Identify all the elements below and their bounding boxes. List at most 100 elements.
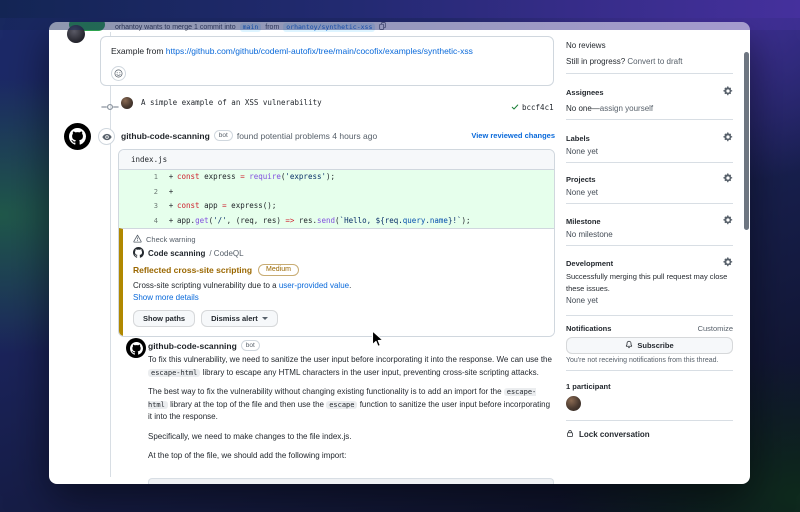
user-provided-value-link[interactable]: user-provided value — [279, 281, 349, 290]
projects-empty: None yet — [566, 188, 599, 197]
severity-badge: Medium — [258, 264, 299, 276]
development-title: Development — [566, 258, 614, 268]
description-prefix: Example from — [111, 46, 166, 56]
smiley-icon — [114, 69, 123, 78]
lock-conversation-label: Lock conversation — [579, 430, 650, 439]
divider — [566, 162, 733, 163]
code-token: , (req, res) — [226, 215, 286, 225]
review-summary: found potential problems 4 hours ago — [236, 130, 378, 141]
no-one-label: No one— — [566, 104, 600, 113]
notifications-title: Notifications — [566, 324, 612, 333]
labels-empty: None yet — [566, 147, 599, 156]
milestone-empty: No milestone — [566, 230, 613, 239]
add-reaction-button[interactable] — [111, 66, 126, 81]
assignees-empty: No one—assign yourself — [566, 104, 733, 113]
convert-to-draft-link[interactable]: Convert to draft — [627, 57, 682, 66]
milestone-title: Milestone — [566, 216, 601, 226]
assignees-title: Assignees — [566, 87, 604, 97]
gear-icon[interactable] — [723, 215, 733, 227]
development-empty: None yet — [566, 296, 599, 305]
diff-line[interactable]: 3 + const app = express(); — [119, 199, 554, 214]
lock-icon — [566, 429, 574, 440]
view-reviewed-changes-link[interactable]: View reviewed changes — [471, 131, 555, 140]
participant-avatar[interactable] — [566, 396, 581, 411]
gear-icon[interactable] — [723, 132, 733, 144]
commit-author-avatar[interactable] — [121, 97, 133, 109]
gear-icon[interactable] — [723, 173, 733, 185]
diff-line[interactable]: 2 + — [119, 184, 554, 199]
diff-lines: 1 + const express = require('express'); 2 +3… — [119, 170, 554, 228]
subscribe-button[interactable]: Subscribe — [566, 337, 733, 354]
customize-link[interactable]: Customize — [698, 324, 733, 333]
draft-row: Still in progress? Convert to draft — [566, 57, 733, 66]
code-scanning-avatar[interactable] — [64, 123, 91, 150]
review-author[interactable]: github-code-scanning — [121, 131, 210, 141]
inline-code: escape-html — [148, 368, 201, 377]
comment-author[interactable]: github-code-scanning — [148, 341, 237, 351]
code-token: express(); — [226, 201, 277, 210]
paragraph-text: library to escape any HTML characters in… — [200, 367, 539, 377]
code-token: '/' — [213, 215, 227, 225]
code-token: query — [402, 215, 426, 225]
dismiss-alert-button[interactable]: Dismiss alert — [201, 310, 278, 327]
comment-paragraph: The best way to fix the vulnerability wi… — [148, 386, 555, 424]
subscribe-label: Subscribe — [637, 341, 674, 350]
code-block-partial — [148, 478, 554, 484]
gear-icon[interactable] — [723, 86, 733, 98]
code-token: 'express' — [285, 172, 327, 181]
inline-code: escape — [326, 400, 358, 409]
diff-line[interactable]: 4 + app.get('/', (req, res) => res.send(`H… — [119, 213, 554, 228]
notifications-section-header: Notifications Customize — [566, 324, 733, 333]
comment-avatar[interactable] — [126, 338, 146, 358]
diff-line[interactable]: 1 + const express = require('express'); — [119, 170, 554, 185]
gear-icon[interactable] — [723, 257, 733, 269]
lock-conversation-button[interactable]: Lock conversation — [566, 429, 733, 440]
paragraph-text: To fix this vulnerability, we need to sa… — [148, 355, 552, 364]
background-top-band-fade — [0, 18, 800, 30]
mouse-cursor — [371, 330, 384, 354]
divider — [566, 315, 733, 316]
paragraph-text: The best way to fix the vulnerability wi… — [148, 387, 504, 396]
labels-title: Labels — [566, 133, 590, 143]
file-name[interactable]: index.js — [119, 150, 554, 170]
alert-description: Cross-site scripting vulnerability due t… — [133, 281, 542, 291]
development-desc: Successfully merging this pull request m… — [566, 272, 728, 293]
assignees-section-header: Assignees — [566, 86, 733, 98]
divider — [566, 245, 733, 246]
commit-message[interactable]: A simple example of an XSS vulnerability — [141, 98, 322, 107]
development-section-header: Development — [566, 257, 733, 269]
labels-section-header: Labels — [566, 132, 733, 144]
code-token: app — [199, 201, 223, 210]
projects-section-header: Projects — [566, 173, 733, 185]
alert-title[interactable]: Reflected cross-site scripting — [133, 265, 252, 275]
description-link[interactable]: https://github.com/github/codeml-autofix… — [166, 46, 473, 56]
bot-badge: bot — [213, 130, 233, 141]
paragraph-text: At the top of the file, we should add th… — [148, 451, 347, 460]
tool-label: Code scanning — [148, 249, 206, 258]
bell-icon — [625, 340, 633, 351]
divider — [566, 203, 733, 204]
check-warning-label: Check warning — [146, 235, 196, 244]
show-paths-button[interactable]: Show paths — [133, 310, 196, 327]
alert-desc-suffix: . — [349, 281, 352, 290]
divider — [566, 420, 733, 421]
code-token: const — [177, 172, 200, 181]
code-token: require — [249, 172, 281, 181]
paragraph-text: library at the top of the file and then … — [167, 399, 327, 409]
github-octocat-icon — [129, 341, 143, 355]
show-more-details-link[interactable]: Show more details — [133, 293, 199, 302]
notifications-note: You're not receiving notifications from … — [566, 357, 719, 364]
code-token: name — [429, 215, 448, 225]
pr-description-comment: Example from https://github.com/github/c… — [100, 36, 554, 86]
divider — [566, 119, 733, 120]
code-token: get — [195, 215, 209, 225]
code-token: const — [177, 201, 200, 210]
assign-yourself-link[interactable]: assign yourself — [600, 104, 653, 113]
window-scrollbar[interactable] — [744, 52, 749, 230]
code-token: send — [316, 215, 336, 225]
sidebar: No reviews Still in progress? Convert to… — [566, 22, 733, 484]
commit-sha[interactable]: bccf4c1 — [522, 103, 554, 112]
github-pr-window: orhantoy wants to merge 1 commit into ma… — [49, 22, 750, 484]
milestone-section-header: Milestone — [566, 215, 733, 227]
code-token: ); — [461, 215, 471, 225]
